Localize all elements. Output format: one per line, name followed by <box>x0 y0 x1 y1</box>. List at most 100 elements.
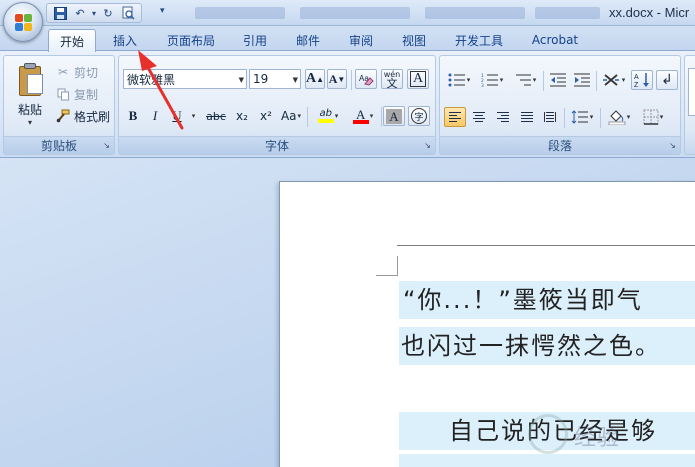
copy-button[interactable]: 复制 <box>56 85 98 103</box>
align-left-button[interactable] <box>444 107 466 127</box>
clipboard-launcher-icon[interactable]: ↘ <box>102 142 111 151</box>
grow-font-button[interactable]: A ▲ <box>305 69 325 89</box>
divider <box>596 71 597 91</box>
align-left-icon <box>449 112 461 122</box>
bold-button[interactable]: B <box>123 106 143 126</box>
ribbon-tabs: 开始 插入 页面布局 引用 邮件 审阅 视图 开发工具 Acrobat <box>0 26 695 52</box>
redo-icon[interactable]: ↻ <box>99 5 117 21</box>
clear-formatting-button[interactable]: Aa <box>355 69 377 89</box>
margin-crop-mark <box>397 256 398 276</box>
document-text-line[interactable]: “你...！”墨筱当即气 <box>399 281 695 319</box>
subscript-button[interactable]: x₂ <box>231 106 253 126</box>
tab-insert[interactable]: 插入 <box>104 29 146 51</box>
align-right-button[interactable] <box>492 107 514 127</box>
justify-button[interactable] <box>516 107 538 127</box>
styles-group-partial <box>684 55 695 155</box>
cut-label: 剪切 <box>74 65 99 80</box>
font-size-combo[interactable]: 19 ▼ <box>249 69 301 89</box>
line-spacing-button[interactable]: ▾ <box>567 107 597 127</box>
tab-acrobat[interactable]: Acrobat <box>524 29 586 51</box>
customize-qat-icon[interactable]: ▾ <box>160 6 165 16</box>
document-text-line[interactable]: 也闪过一抹愕然之色。 <box>399 327 695 365</box>
underline-button[interactable]: U <box>167 106 187 126</box>
highlight-button[interactable]: ab ▾ <box>311 106 345 126</box>
decrease-indent-button[interactable] <box>547 70 569 90</box>
styles-gallery-edge <box>688 68 695 116</box>
paste-button[interactable]: 粘贴 <box>18 101 42 118</box>
undo-icon[interactable]: ↶ <box>71 5 89 21</box>
strikethrough-button[interactable]: abc <box>203 106 229 126</box>
tab-references[interactable]: 引用 <box>234 29 276 51</box>
font-size-dropdown-icon[interactable]: ▼ <box>293 76 298 84</box>
decrease-indent-icon <box>550 73 566 87</box>
font-name-dropdown-icon[interactable]: ▼ <box>239 76 244 84</box>
paragraph-group-label: 段落 <box>440 136 680 154</box>
scissors-icon: ✂ <box>57 65 69 79</box>
svg-text:3: 3 <box>481 83 484 87</box>
paste-dropdown-icon[interactable]: ▾ <box>28 118 32 127</box>
divider <box>307 107 308 127</box>
tab-developer[interactable]: 开发工具 <box>446 29 512 51</box>
shrink-font-button[interactable]: A ▼ <box>327 69 347 89</box>
tab-view[interactable]: 视图 <box>393 29 435 51</box>
sort-button[interactable]: AZ <box>631 70 653 90</box>
italic-button[interactable]: I <box>145 106 165 126</box>
eraser-icon: Aa <box>359 74 374 86</box>
show-marks-button[interactable]: ↲ <box>656 70 678 90</box>
undo-dropdown-icon[interactable]: ▾ <box>91 9 97 18</box>
format-painter-button[interactable]: 格式刷 <box>56 107 110 125</box>
background-window-ghost <box>300 7 410 19</box>
watermark-text: 经验 <box>574 426 621 451</box>
paste-icon[interactable] <box>15 62 45 98</box>
font-color-swatch <box>352 119 369 124</box>
office-button[interactable] <box>3 2 43 42</box>
distributed-icon <box>544 112 556 122</box>
chinese-layout-button[interactable]: ▾ <box>599 70 629 90</box>
cut-button[interactable]: ✂ 剪切 <box>56 63 98 81</box>
change-case-button[interactable]: Aa ▾ <box>279 106 303 126</box>
bullets-icon <box>448 73 465 87</box>
print-preview-icon[interactable] <box>119 5 137 21</box>
increase-indent-button[interactable] <box>571 70 593 90</box>
sort-icon: AZ <box>634 73 649 88</box>
font-launcher-icon[interactable]: ↘ <box>423 142 432 151</box>
paragraph-mark-icon: ↲ <box>661 72 673 88</box>
phonetic-guide-button[interactable]: wén 文 <box>381 69 403 89</box>
tab-page-layout[interactable]: 页面布局 <box>158 29 224 51</box>
multilevel-list-button[interactable]: ▾ <box>510 70 540 90</box>
char-border-glyph: A <box>409 71 427 87</box>
tab-review[interactable]: 审阅 <box>340 29 382 51</box>
clipboard-group: 粘贴 ▾ ✂ 剪切 复制 格式刷 剪贴板 ↘ <box>3 55 115 155</box>
borders-button[interactable]: ▾ <box>637 107 669 127</box>
background-window-ghost <box>535 7 600 19</box>
office-logo-icon <box>15 14 33 32</box>
character-shading-button[interactable]: A <box>383 106 405 126</box>
increase-indent-icon <box>574 73 590 87</box>
superscript-button[interactable]: x² <box>255 106 277 126</box>
character-border-button[interactable]: A <box>407 69 429 89</box>
paint-bucket-icon <box>608 110 626 125</box>
font-color-button[interactable]: A ▾ <box>347 106 379 126</box>
distributed-button[interactable] <box>539 107 561 127</box>
background-window-ghost <box>425 7 525 19</box>
align-center-button[interactable] <box>468 107 490 127</box>
tab-home[interactable]: 开始 <box>48 29 96 52</box>
paragraph-group: ▾ 123 ▾ ▾ ▾ AZ ↲ ▾ ▾ ▾ 段落 ↘ <box>439 55 681 155</box>
enclose-characters-button[interactable]: 字 <box>408 106 430 126</box>
shading-button[interactable]: ▾ <box>603 107 635 127</box>
background-window-ghost <box>195 7 285 19</box>
underline-dropdown-icon[interactable]: ▾ <box>188 106 198 126</box>
paw-logo-icon <box>528 414 568 454</box>
window-title: xx.docx - Micr <box>609 5 690 20</box>
save-icon[interactable] <box>51 5 69 21</box>
divider <box>543 71 544 91</box>
paintbrush-icon <box>56 109 70 123</box>
char-shading-glyph: A <box>386 108 402 124</box>
tab-mailings[interactable]: 邮件 <box>287 29 329 51</box>
font-name-combo[interactable]: 微软雅黑 ▼ <box>123 69 247 89</box>
multilevel-list-icon <box>515 74 531 86</box>
paragraph-launcher-icon[interactable]: ↘ <box>668 142 677 151</box>
bullets-button[interactable]: ▾ <box>444 70 474 90</box>
numbering-button[interactable]: 123 ▾ <box>477 70 507 90</box>
borders-icon <box>643 109 659 125</box>
